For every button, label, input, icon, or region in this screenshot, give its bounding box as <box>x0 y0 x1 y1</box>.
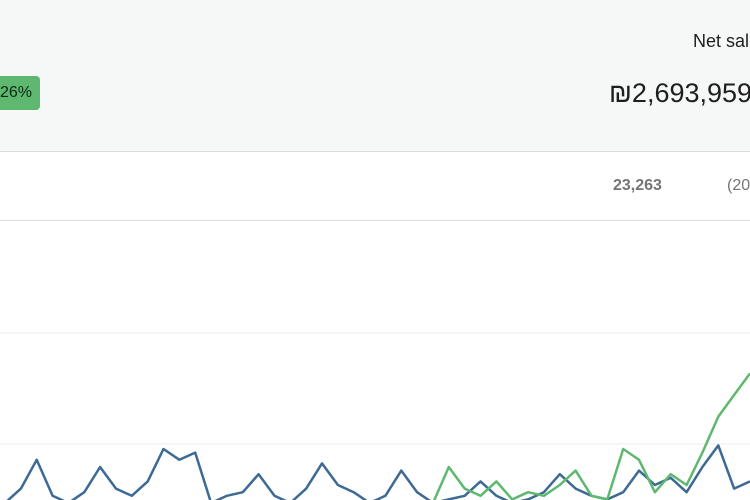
line-chart <box>0 332 750 500</box>
stat-label: Net sal <box>693 31 750 51</box>
series-line-1 <box>6 444 750 500</box>
table-row: 23,263 (20 <box>0 152 750 221</box>
row-extra: (20 <box>727 177 750 194</box>
row-count: 23,263 <box>613 177 662 194</box>
change-badge: 26% <box>0 76 41 110</box>
summary-band: 26% Net sal ₪2,693,959 <box>0 0 750 152</box>
chart-area <box>0 221 750 500</box>
stat-value: ₪2,693,959 <box>609 78 750 108</box>
series-line-2 <box>432 372 750 500</box>
